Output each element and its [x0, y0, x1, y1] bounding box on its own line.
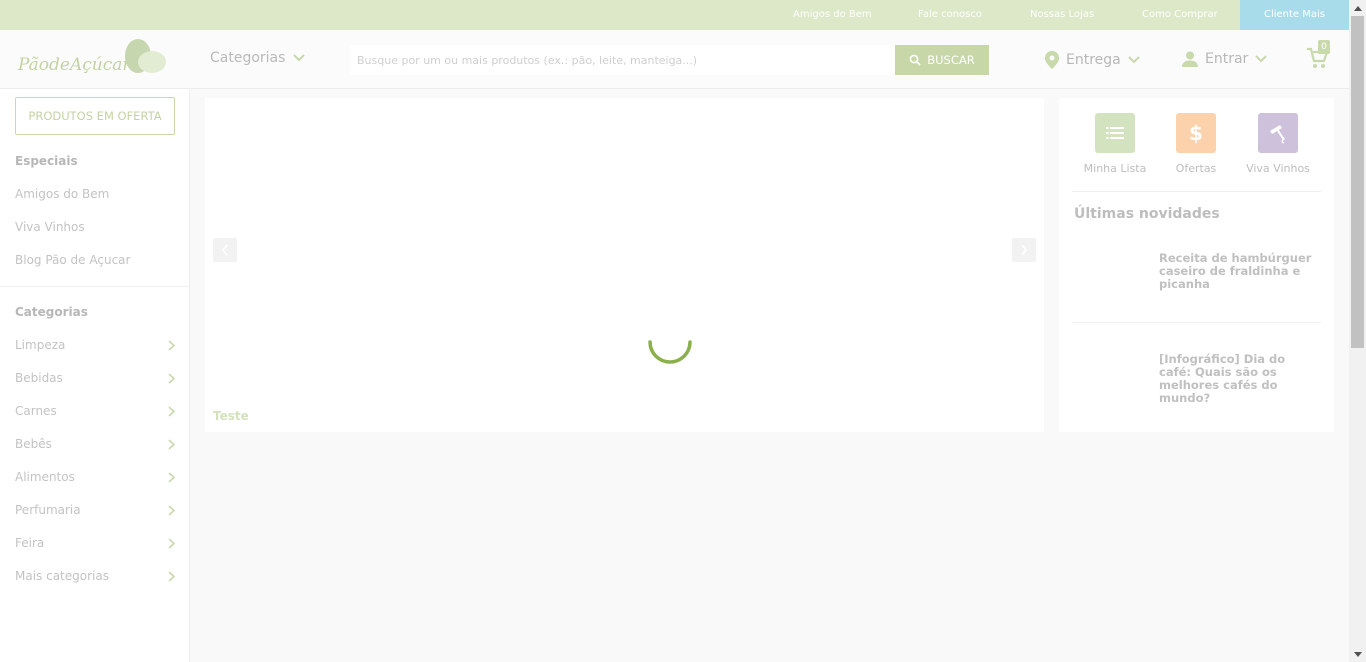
- logo-leaves-icon: [125, 39, 166, 73]
- chevron-right-icon: [168, 504, 175, 516]
- entrega-label: Entrega: [1066, 52, 1121, 68]
- search-input[interactable]: [350, 45, 895, 75]
- topbar-link-fale-conosco[interactable]: Fale conosco: [918, 0, 982, 30]
- location-pin-icon: [1045, 51, 1059, 69]
- entrega-dropdown[interactable]: Entrega: [1045, 51, 1140, 69]
- quick-link-minha-lista[interactable]: Minha Lista: [1075, 113, 1155, 175]
- page-scrollbar[interactable]: [1349, 0, 1366, 662]
- sidebar-link-viva-vinhos[interactable]: Viva Vinhos: [15, 220, 85, 234]
- sidebar-item-label: Limpeza: [15, 338, 66, 352]
- sidebar-item-label: Bebidas: [15, 371, 63, 385]
- entrar-label: Entrar: [1205, 51, 1249, 67]
- scroll-down-arrow-icon[interactable]: [1349, 646, 1366, 662]
- sidebar-item-bebes[interactable]: Bebês: [15, 437, 175, 451]
- quick-link-label: Viva Vinhos: [1246, 162, 1310, 175]
- news-item-title[interactable]: Receita de hambúrguer caseiro de fraldin…: [1159, 252, 1319, 291]
- sidebar-item-label: Carnes: [15, 404, 57, 418]
- buscar-button[interactable]: BUSCAR: [895, 45, 989, 75]
- chevron-right-icon: [168, 372, 175, 384]
- sidebar-item-carnes[interactable]: Carnes: [15, 404, 175, 418]
- sidebar-item-perfumaria[interactable]: Perfumaria: [15, 503, 175, 517]
- topbar-link-amigos-do-bem[interactable]: Amigos do Bem: [793, 0, 872, 30]
- right-panel-divider: [1072, 191, 1321, 192]
- chevron-right-icon: [168, 339, 175, 351]
- sidebar-item-label: Perfumaria: [15, 503, 81, 517]
- categorias-heading: Categorias: [15, 305, 88, 319]
- chevron-down-icon: [1128, 56, 1140, 64]
- sidebar-item-label: Feira: [15, 536, 45, 550]
- chevron-right-icon: [168, 570, 175, 582]
- sidebar-item-feira[interactable]: Feira: [15, 536, 175, 550]
- topbar-link-nossas-lojas[interactable]: Nossas Lojas: [1030, 0, 1094, 30]
- chevron-right-icon: [168, 471, 175, 483]
- sidebar: PRODUTOS EM OFERTA Especiais Amigos do B…: [0, 89, 190, 662]
- sidebar-item-limpeza[interactable]: Limpeza: [15, 338, 175, 352]
- sidebar-item-mais-categorias[interactable]: Mais categorias: [15, 569, 175, 583]
- sidebar-item-label: Bebês: [15, 437, 52, 451]
- sidebar-item-bebidas[interactable]: Bebidas: [15, 371, 175, 385]
- quick-link-viva-vinhos[interactable]: Viva Vinhos: [1238, 113, 1318, 175]
- carousel-next-button[interactable]: [1012, 238, 1036, 262]
- top-utility-bar: Amigos do Bem Fale conosco Nossas Lojas …: [0, 0, 1349, 30]
- search-icon: [909, 54, 921, 66]
- chevron-right-icon: [1021, 244, 1028, 256]
- quick-link-ofertas[interactable]: $ Ofertas: [1156, 113, 1236, 175]
- sidebar-link-amigos-do-bem[interactable]: Amigos do Bem: [15, 187, 109, 201]
- banner-carousel: Teste: [205, 98, 1044, 432]
- sidebar-item-label: Alimentos: [15, 470, 75, 484]
- buscar-label: BUSCAR: [927, 53, 975, 67]
- user-icon: [1182, 51, 1198, 67]
- sidebar-divider: [0, 286, 189, 287]
- corkscrew-icon: [1258, 113, 1298, 153]
- produtos-em-oferta-button[interactable]: PRODUTOS EM OFERTA: [15, 97, 175, 135]
- right-panel: Minha Lista $ Ofertas Viva Vinhos Última…: [1059, 98, 1334, 432]
- news-divider: [1072, 322, 1321, 323]
- cart-count-badge: 0: [1318, 40, 1330, 54]
- loading-spinner-icon: [648, 340, 692, 364]
- topbar-link-cliente-mais[interactable]: Cliente Mais: [1240, 0, 1349, 30]
- ultimas-novidades-heading: Últimas novidades: [1074, 206, 1220, 222]
- topbar-link-como-comprar[interactable]: Como Comprar: [1142, 0, 1218, 30]
- scroll-up-arrow-icon[interactable]: [1349, 0, 1366, 16]
- list-icon: [1095, 113, 1135, 153]
- scrollbar-thumb[interactable]: [1351, 16, 1364, 348]
- chevron-right-icon: [168, 438, 175, 450]
- logo[interactable]: PãodeAçúcar: [18, 38, 173, 78]
- chevron-right-icon: [168, 405, 175, 417]
- entrar-dropdown[interactable]: Entrar: [1182, 51, 1268, 67]
- chevron-right-icon: [168, 537, 175, 549]
- chevron-down-icon: [1255, 55, 1268, 63]
- sidebar-link-blog[interactable]: Blog Pão de Açucar: [15, 253, 130, 267]
- chevron-left-icon: [221, 244, 228, 256]
- quick-link-label: Minha Lista: [1083, 162, 1147, 175]
- dollar-icon: $: [1176, 113, 1216, 153]
- carousel-prev-button[interactable]: [213, 238, 237, 262]
- sidebar-item-alimentos[interactable]: Alimentos: [15, 470, 175, 484]
- categorias-label: Categorias: [210, 50, 286, 66]
- site-header: PãodeAçúcar Categorias BUSCAR Entrega En…: [0, 30, 1349, 89]
- news-item-title[interactable]: [Infográfico] Dia do café: Quais são os …: [1159, 353, 1319, 405]
- sidebar-item-label: Mais categorias: [15, 569, 109, 583]
- logo-text: PãodeAçúcar: [18, 55, 131, 75]
- chevron-down-icon: [293, 54, 306, 62]
- quick-link-label: Ofertas: [1175, 162, 1217, 175]
- banner-caption[interactable]: Teste: [213, 409, 249, 423]
- especiais-heading: Especiais: [15, 154, 78, 168]
- categorias-dropdown[interactable]: Categorias: [210, 50, 306, 66]
